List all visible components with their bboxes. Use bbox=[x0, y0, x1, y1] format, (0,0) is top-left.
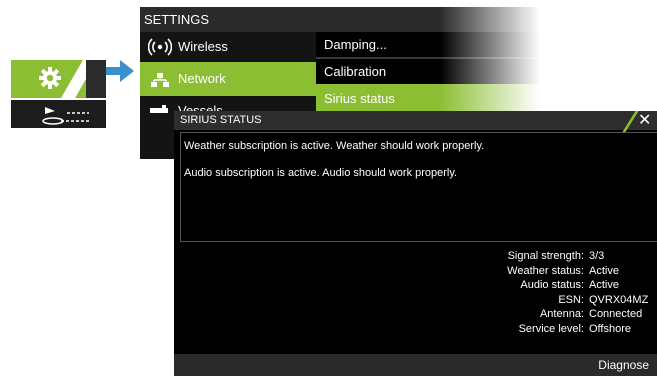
route-tile[interactable] bbox=[11, 100, 106, 128]
submenu-label: Damping... bbox=[324, 37, 387, 52]
sirius-status-dialog: SIRIUS STATUS ✕ Weather subscription is … bbox=[174, 111, 657, 376]
status-row-signal: Signal strength: 3/3 bbox=[508, 249, 657, 264]
status-list: Signal strength: 3/3 Weather status: Act… bbox=[507, 249, 657, 337]
settings-title: SETTINGS bbox=[140, 7, 540, 32]
status-row-weather: Weather status: Active bbox=[507, 264, 657, 279]
status-row-service: Service level: Offshore bbox=[514, 322, 657, 337]
status-row-audio: Audio status: Active bbox=[514, 278, 657, 293]
diagnose-button[interactable]: Diagnose bbox=[598, 354, 649, 376]
dialog-header: SIRIUS STATUS ✕ bbox=[174, 111, 657, 132]
gear-icon bbox=[37, 65, 63, 96]
submenu-label: Sirius status bbox=[324, 91, 395, 106]
status-key: ESN: bbox=[558, 293, 584, 306]
message-area: Weather subscription is active. Weather … bbox=[180, 132, 657, 242]
status-value: Offshore bbox=[589, 322, 631, 335]
status-value: Active bbox=[589, 264, 619, 277]
audio-message: Audio subscription is active. Audio shou… bbox=[184, 167, 458, 179]
weather-message: Weather subscription is active. Weather … bbox=[184, 140, 485, 152]
submenu-item-damping[interactable]: Damping... bbox=[316, 32, 540, 57]
status-key: Audio status: bbox=[520, 279, 584, 291]
submenu-label: Calibration bbox=[324, 64, 387, 79]
menu-item-network[interactable]: Network bbox=[140, 62, 316, 96]
status-value: Connected bbox=[589, 308, 643, 320]
submenu-item-calibration[interactable]: Calibration bbox=[316, 59, 540, 84]
route-icon bbox=[33, 101, 93, 128]
status-key: Signal strength: bbox=[507, 250, 584, 262]
dialog-title: SIRIUS STATUS bbox=[180, 114, 262, 126]
status-key: Weather status: bbox=[507, 264, 584, 277]
menu-item-wireless[interactable]: Wireless bbox=[140, 32, 316, 62]
status-value: Active bbox=[589, 279, 619, 291]
menu-item-label: Wireless bbox=[178, 39, 228, 54]
status-key: Antenna: bbox=[539, 308, 584, 320]
dialog-footer: Diagnose bbox=[174, 354, 657, 376]
menu-item-label: Network bbox=[178, 71, 226, 86]
tile-side bbox=[86, 60, 106, 98]
arrow-right-icon bbox=[106, 58, 136, 89]
status-row-esn: ESN: QVRX04MZ bbox=[514, 293, 657, 308]
close-icon[interactable]: ✕ bbox=[638, 111, 651, 130]
status-value: 3/3 bbox=[589, 250, 605, 262]
status-value: QVRX04MZ bbox=[589, 293, 649, 306]
status-key: Service level: bbox=[518, 322, 584, 335]
submenu-item-sirius-status[interactable]: Sirius status bbox=[316, 84, 540, 114]
status-row-antenna: Antenna: Connected bbox=[514, 307, 657, 322]
accent-divider bbox=[622, 111, 639, 132]
